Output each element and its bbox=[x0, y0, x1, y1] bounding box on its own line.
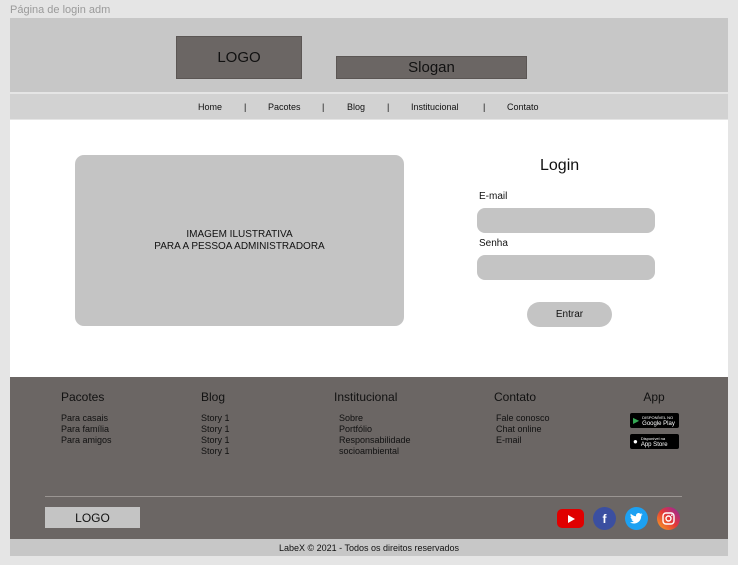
twitter-bird-glyph bbox=[630, 513, 643, 524]
youtube-icon[interactable] bbox=[557, 509, 584, 528]
footer-link[interactable]: Para casais bbox=[61, 413, 112, 424]
illustrative-image-text-1: IMAGEM ILUSTRATIVA bbox=[186, 228, 293, 240]
footer-column-title: Contato bbox=[494, 390, 537, 404]
nav-item-home[interactable]: Home bbox=[198, 102, 222, 112]
twitter-icon[interactable] bbox=[625, 507, 648, 530]
password-field[interactable] bbox=[477, 255, 655, 280]
footer-column-app: App ▶ DISPONÍVEL NO Google Play ● Dispon… bbox=[630, 390, 679, 455]
footer-link[interactable]: Responsabilidade bbox=[339, 435, 411, 446]
header: LOGO Slogan bbox=[10, 18, 728, 92]
nav-separator: | bbox=[483, 102, 486, 112]
footer-link[interactable]: socioambiental bbox=[339, 446, 411, 457]
footer-link[interactable]: Sobre bbox=[339, 413, 411, 424]
submit-button[interactable]: Entrar bbox=[527, 302, 612, 327]
main-nav: Home | Pacotes | Blog | Institucional | … bbox=[10, 94, 728, 119]
nav-separator: | bbox=[322, 102, 325, 112]
footer-link[interactable]: Story 1 bbox=[201, 435, 230, 446]
footer-link[interactable]: Story 1 bbox=[201, 413, 230, 424]
footer-link[interactable]: Story 1 bbox=[201, 424, 230, 435]
footer-column-institucional: Institucional Sobre Portfólio Responsabi… bbox=[334, 390, 411, 457]
email-field[interactable] bbox=[477, 208, 655, 233]
footer-column-title: App bbox=[643, 390, 665, 404]
instagram-glyph bbox=[662, 512, 675, 525]
youtube-play-glyph bbox=[567, 514, 575, 523]
footer-link[interactable]: Para amigos bbox=[61, 435, 112, 446]
facebook-icon[interactable]: f bbox=[593, 507, 616, 530]
instagram-icon[interactable] bbox=[657, 507, 680, 530]
copyright-bar: LabeX © 2021 - Todos os direitos reserva… bbox=[10, 539, 728, 556]
illustrative-image-text-2: PARA A PESSOA ADMINISTRADORA bbox=[154, 240, 325, 252]
nav-item-contato[interactable]: Contato bbox=[507, 102, 539, 112]
illustrative-image: IMAGEM ILUSTRATIVA PARA A PESSOA ADMINIS… bbox=[75, 155, 404, 326]
nav-item-institucional[interactable]: Institucional bbox=[411, 102, 459, 112]
frame-title: Página de login adm bbox=[10, 4, 111, 16]
app-store-name: App Store bbox=[640, 441, 668, 448]
footer-column-blog: Blog Story 1 Story 1 Story 1 Story 1 bbox=[201, 390, 230, 457]
main-content: IMAGEM ILUSTRATIVA PARA A PESSOA ADMINIS… bbox=[10, 120, 728, 377]
google-play-small-text: DISPONÍVEL NO bbox=[642, 414, 674, 420]
copyright-text: LabeX © 2021 - Todos os direitos reserva… bbox=[278, 542, 460, 553]
nav-separator: | bbox=[387, 102, 390, 112]
footer-divider bbox=[45, 496, 682, 497]
apple-icon: ● bbox=[633, 437, 638, 446]
footer-link[interactable]: E-mail bbox=[496, 435, 550, 446]
footer-column-title: Pacotes bbox=[61, 390, 105, 404]
footer-logo[interactable]: LOGO bbox=[45, 507, 140, 528]
footer-link[interactable]: Portfólio bbox=[339, 424, 411, 435]
nav-item-blog[interactable]: Blog bbox=[347, 102, 365, 112]
google-play-name: Google Play bbox=[642, 420, 675, 427]
footer-column-pacotes: Pacotes Para casais Para família Para am… bbox=[61, 390, 112, 446]
footer-link[interactable]: Story 1 bbox=[201, 446, 230, 457]
nav-separator: | bbox=[244, 102, 247, 112]
google-play-icon: ▶ bbox=[633, 416, 640, 425]
footer-column-title: Blog bbox=[201, 390, 226, 404]
footer-link[interactable]: Fale conosco bbox=[496, 413, 550, 424]
login-title: Login bbox=[540, 157, 580, 174]
footer-column-contato: Contato Fale conosco Chat online E-mail bbox=[494, 390, 550, 446]
footer-link[interactable]: Para família bbox=[61, 424, 112, 435]
footer: Pacotes Para casais Para família Para am… bbox=[10, 377, 728, 539]
google-play-badge[interactable]: ▶ DISPONÍVEL NO Google Play bbox=[630, 413, 679, 428]
email-label: E-mail bbox=[479, 191, 508, 202]
footer-link[interactable]: Chat online bbox=[496, 424, 550, 435]
password-label: Senha bbox=[479, 238, 508, 249]
app-store-badge[interactable]: ● Disponível na App Store bbox=[630, 434, 679, 449]
nav-item-pacotes[interactable]: Pacotes bbox=[268, 102, 301, 112]
header-slogan: Slogan bbox=[336, 56, 527, 79]
footer-column-title: Institucional bbox=[334, 390, 398, 404]
header-logo[interactable]: LOGO bbox=[176, 36, 302, 79]
app-store-small-text: Disponível na bbox=[640, 435, 666, 441]
